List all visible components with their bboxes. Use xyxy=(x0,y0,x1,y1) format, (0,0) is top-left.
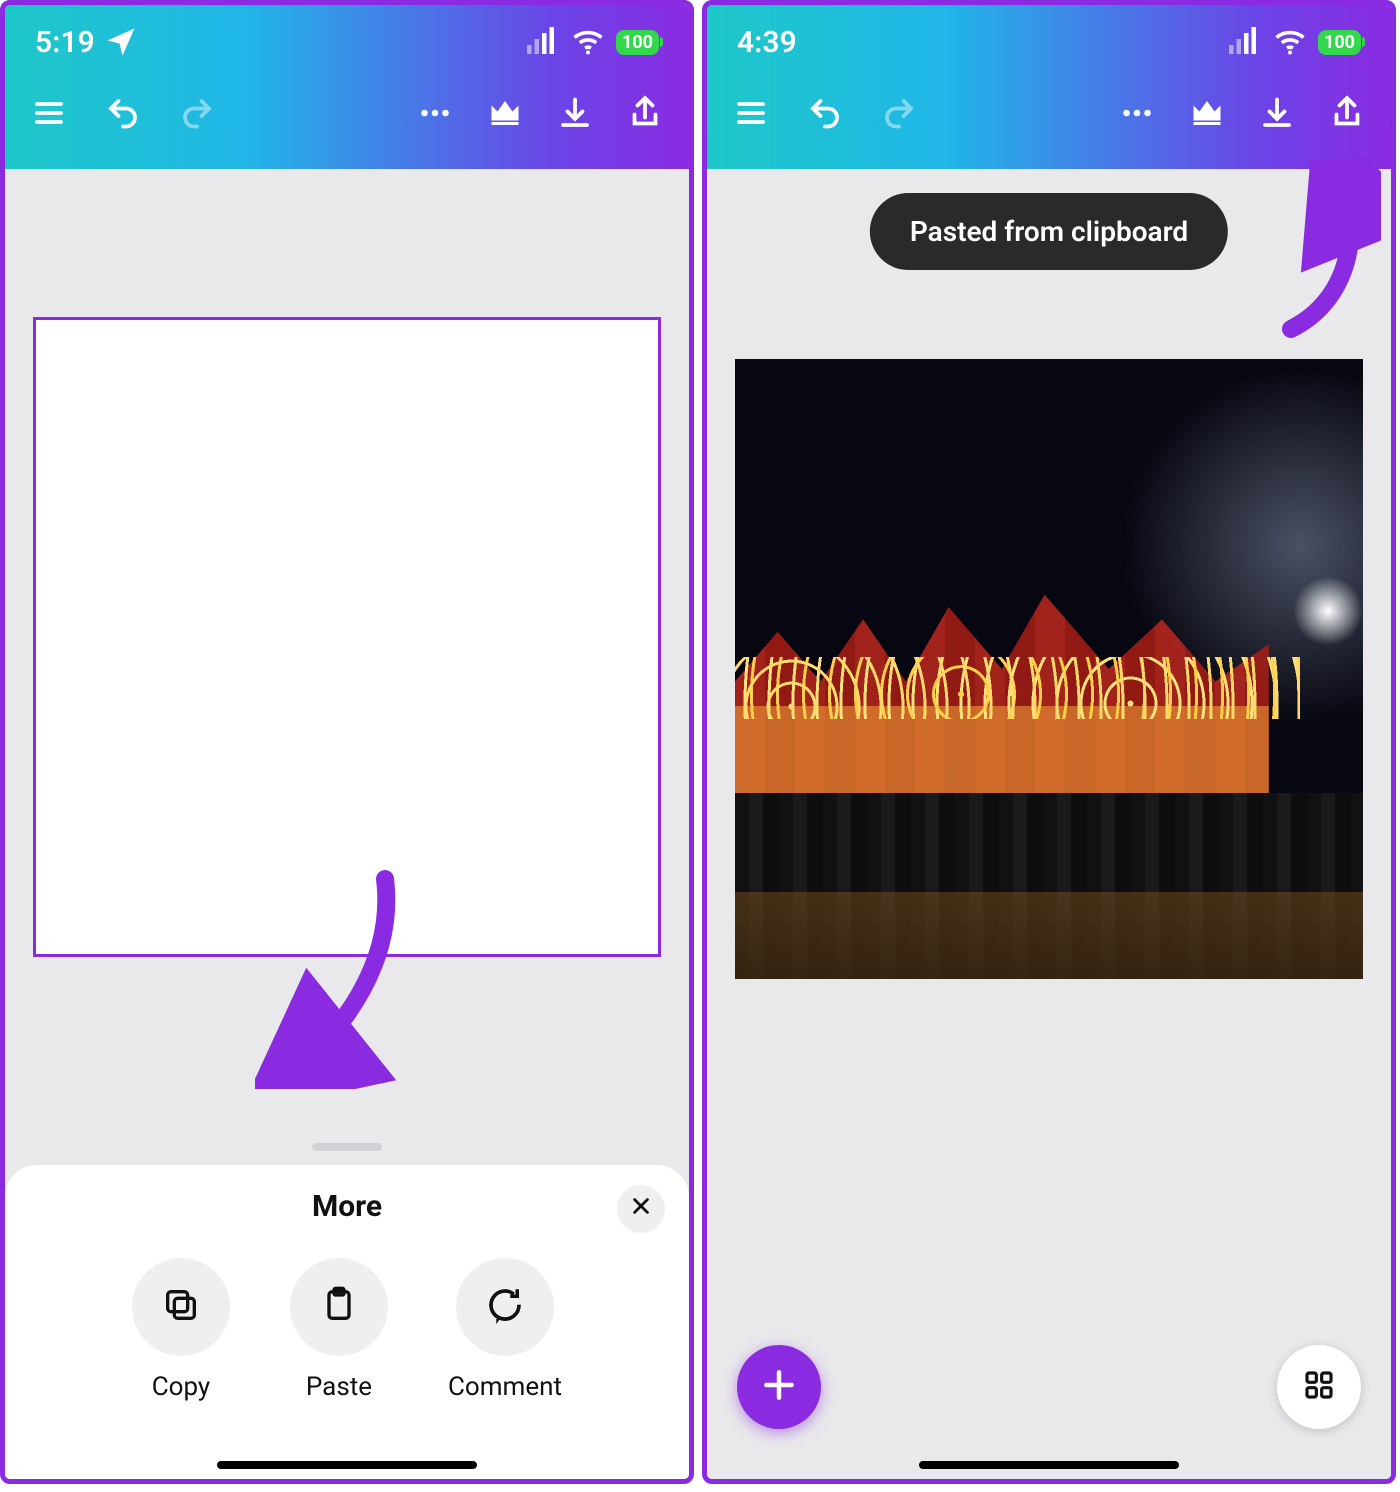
close-icon xyxy=(630,1194,652,1224)
phone-right: 4:39 100 xyxy=(702,0,1396,1484)
status-bar: 5:19 100 xyxy=(5,5,689,69)
comment-label: Comment xyxy=(448,1372,562,1402)
paste-icon xyxy=(319,1285,359,1329)
paste-toast: Pasted from clipboard xyxy=(870,193,1228,270)
canvas-area: More Copy xyxy=(5,169,689,1479)
sheet-handle[interactable] xyxy=(312,1143,382,1151)
share-icon[interactable] xyxy=(627,95,663,131)
canvas-area: Pasted from clipboard xyxy=(707,169,1391,1479)
redo-icon[interactable] xyxy=(881,95,917,131)
share-icon[interactable] xyxy=(1329,95,1365,131)
app-header: 5:19 100 xyxy=(5,5,689,169)
copy-action[interactable]: Copy xyxy=(132,1258,230,1402)
undo-icon[interactable] xyxy=(105,95,141,131)
annotation-arrow xyxy=(1261,159,1381,339)
redo-icon[interactable] xyxy=(179,95,215,131)
battery-indicator: 100 xyxy=(1318,30,1361,55)
wifi-icon xyxy=(1272,24,1308,60)
sheet-title: More xyxy=(5,1189,689,1224)
undo-icon[interactable] xyxy=(807,95,843,131)
phone-left: 5:19 100 xyxy=(0,0,694,1484)
download-icon[interactable] xyxy=(1259,95,1295,131)
home-indicator xyxy=(919,1461,1179,1469)
home-indicator xyxy=(217,1461,477,1469)
paste-label: Paste xyxy=(306,1372,372,1402)
battery-indicator: 100 xyxy=(616,30,659,55)
crown-icon[interactable] xyxy=(1189,95,1225,131)
comment-icon xyxy=(484,1284,526,1330)
pasted-image[interactable] xyxy=(735,359,1363,979)
status-time: 5:19 xyxy=(35,25,95,60)
crown-icon[interactable] xyxy=(487,95,523,131)
copy-label: Copy xyxy=(152,1372,211,1402)
more-icon[interactable] xyxy=(1119,95,1155,131)
cellular-icon xyxy=(1226,24,1262,60)
menu-icon[interactable] xyxy=(733,95,769,131)
download-icon[interactable] xyxy=(557,95,593,131)
app-header: 4:39 100 xyxy=(707,5,1391,169)
more-icon[interactable] xyxy=(417,95,453,131)
status-time: 4:39 xyxy=(737,25,797,60)
editor-toolbar xyxy=(707,69,1391,169)
blank-canvas[interactable] xyxy=(33,317,661,957)
menu-icon[interactable] xyxy=(31,95,67,131)
location-icon xyxy=(103,24,139,60)
plus-icon xyxy=(760,1366,798,1408)
cellular-icon xyxy=(524,24,560,60)
close-button[interactable] xyxy=(617,1185,665,1233)
more-sheet: More Copy xyxy=(5,1165,689,1479)
status-bar: 4:39 100 xyxy=(707,5,1391,69)
grid-icon xyxy=(1303,1369,1335,1405)
comment-action[interactable]: Comment xyxy=(448,1258,562,1402)
copy-icon xyxy=(161,1285,201,1329)
wifi-icon xyxy=(570,24,606,60)
paste-action[interactable]: Paste xyxy=(290,1258,388,1402)
add-button[interactable] xyxy=(737,1345,821,1429)
pages-button[interactable] xyxy=(1277,1345,1361,1429)
editor-toolbar xyxy=(5,69,689,169)
